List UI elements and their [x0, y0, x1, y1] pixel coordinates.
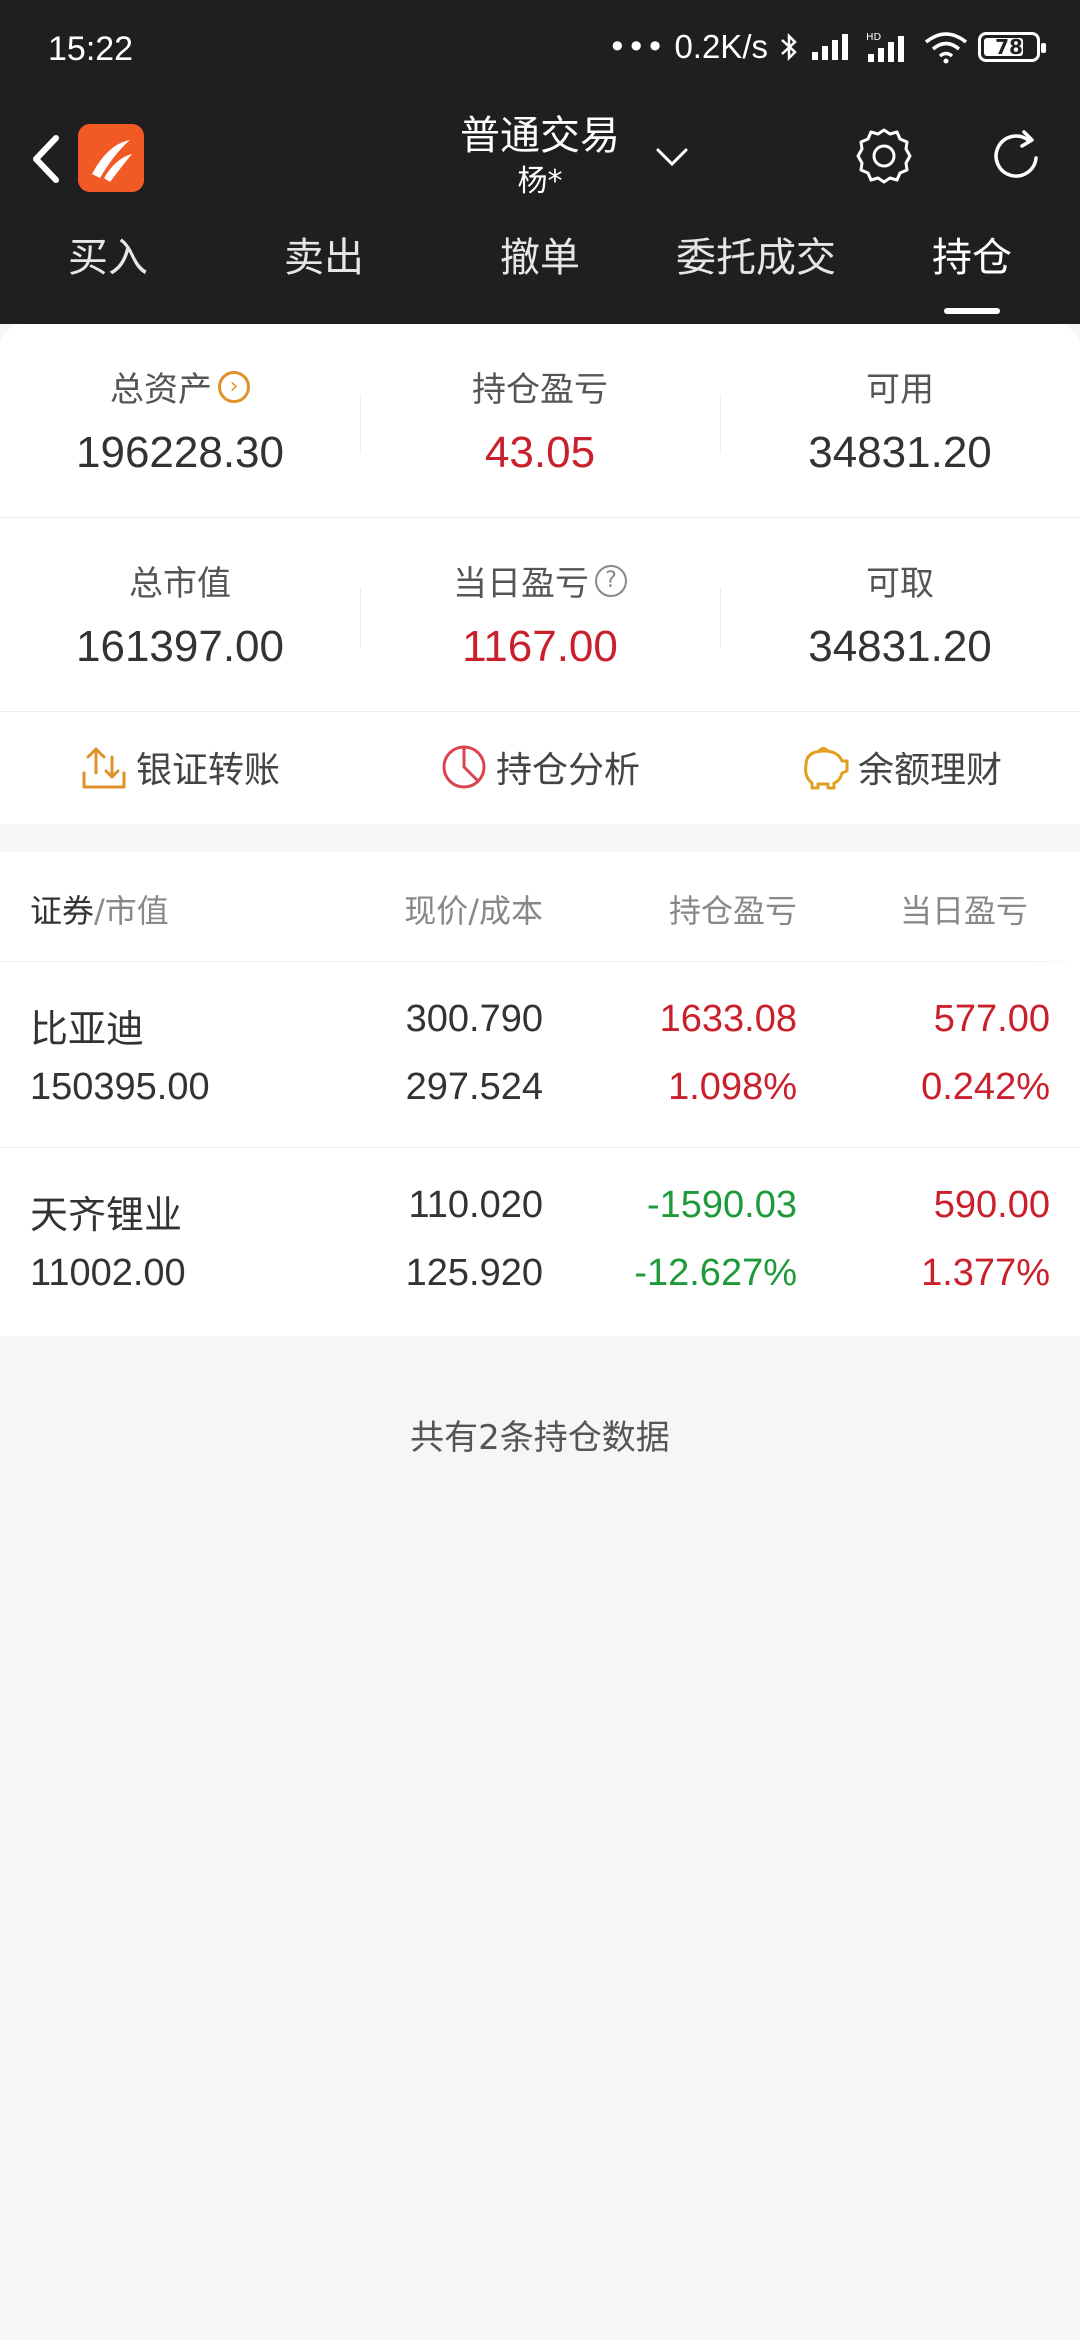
balance-finance-button[interactable]: 余额理财 — [720, 712, 1080, 822]
battery-level: 78 — [995, 35, 1023, 59]
stock-name: 天齐锂业 — [30, 1193, 183, 1237]
stock-price: 300.790 — [405, 998, 543, 1040]
header-fade — [1020, 852, 1080, 962]
svg-text:HD: HD — [866, 32, 882, 43]
logo-icon — [92, 140, 132, 182]
position-pl-label: 持仓盈亏 — [472, 370, 608, 410]
stock-market-value: 150395.00 — [30, 1066, 210, 1108]
tab-buy[interactable]: 买入 — [0, 208, 216, 324]
stock-price: 110.020 — [408, 1184, 543, 1226]
refresh-icon[interactable] — [984, 124, 1048, 188]
market-value-value: 161397.00 — [76, 622, 284, 671]
tab-positions[interactable]: 持仓 — [864, 208, 1080, 324]
holdings-table: 证券/市值 现价/成本 持仓盈亏 当日盈亏 比亚迪 150395.00 300.… — [0, 852, 1080, 1336]
tab-sell[interactable]: 卖出 — [216, 208, 432, 324]
back-arrow-icon[interactable] — [22, 124, 82, 194]
account-name: 杨* — [517, 164, 563, 199]
daily-pl-value: 1167.00 — [462, 622, 618, 671]
summary-row-1: 总资产 › 196228.30 持仓盈亏 43.05 可用 34831.20 — [0, 324, 1080, 518]
position-pl: 持仓盈亏 43.05 — [360, 324, 720, 517]
status-time: 15:22 — [48, 30, 134, 68]
title-selector[interactable]: 普通交易 杨* — [400, 110, 680, 202]
dots-icon: ••• — [607, 28, 665, 66]
stock-daily-pl: 577.00 — [933, 998, 1050, 1040]
stock-position-pl-pct: -12.627% — [634, 1252, 797, 1294]
app-header: 普通交易 杨* — [0, 104, 1080, 224]
account-summary: 总资产 › 196228.30 持仓盈亏 43.05 可用 34831.20 总… — [0, 324, 1080, 824]
withdrawable-label: 可取 — [866, 564, 934, 604]
balance-finance-label: 余额理财 — [857, 750, 1002, 791]
wifi-icon — [924, 32, 968, 64]
bank-transfer-button[interactable]: 银证转账 — [0, 712, 360, 822]
trade-tabs: 买入 卖出 撤单 委托成交 持仓 — [0, 224, 1080, 324]
withdrawable: 可取 34831.20 — [720, 518, 1080, 711]
page-title: 普通交易 — [460, 113, 620, 159]
gear-icon[interactable] — [852, 124, 916, 188]
stock-position-pl: -1590.03 — [646, 1184, 797, 1226]
stock-cost: 125.920 — [405, 1252, 543, 1294]
stock-name: 比亚迪 — [30, 1007, 145, 1051]
total-assets-value: 196228.30 — [76, 428, 284, 477]
status-icons: ••• 0.2K/s HD 78 — [607, 28, 1046, 66]
daily-pl-label: 当日盈亏 — [453, 564, 589, 604]
stock-daily-pl-pct: 0.242% — [921, 1066, 1050, 1108]
chevron-down-icon[interactable] — [652, 142, 692, 172]
battery-icon: 78 — [978, 32, 1046, 62]
summary-row-2: 总市值 161397.00 当日盈亏 ? 1167.00 可取 34831.20 — [0, 518, 1080, 712]
signal-icon — [812, 34, 848, 60]
header-security[interactable]: 证券/市值 — [30, 886, 169, 932]
holdings-count-note: 共有2条持仓数据 — [410, 1418, 670, 1458]
stock-daily-pl: 590.00 — [933, 1184, 1050, 1226]
signal-hd-icon: HD — [866, 32, 904, 62]
bank-transfer-label: 银证转账 — [135, 750, 280, 791]
status-bar: 15:22 ••• 0.2K/s HD 78 — [0, 0, 1080, 104]
table-header: 证券/市值 现价/成本 持仓盈亏 当日盈亏 — [0, 852, 1080, 962]
pie-chart-icon — [442, 745, 486, 789]
table-row[interactable]: 天齐锂业 11002.00 110.020 125.920 -1590.03 -… — [0, 1148, 1080, 1334]
header-position-pl[interactable]: 持仓盈亏 — [669, 886, 797, 932]
total-assets-label: 总资产 — [110, 370, 212, 410]
tab-orders[interactable]: 委托成交 — [648, 208, 864, 324]
stock-position-pl: 1633.08 — [659, 998, 797, 1040]
quick-actions: 银证转账 持仓分析 余额理财 — [0, 712, 1080, 822]
position-analysis-button[interactable]: 持仓分析 — [360, 712, 720, 822]
withdrawable-value: 34831.20 — [808, 622, 992, 671]
piggy-bank-icon — [804, 746, 849, 790]
stock-market-value: 11002.00 — [30, 1252, 186, 1294]
arrow-right-circle-icon[interactable]: › — [218, 370, 250, 403]
position-analysis-label: 持仓分析 — [495, 750, 640, 791]
help-icon[interactable]: ? — [595, 564, 627, 597]
app-logo — [78, 124, 144, 192]
position-pl-value: 43.05 — [484, 428, 596, 477]
daily-pl: 当日盈亏 ? 1167.00 — [360, 518, 720, 711]
available-label: 可用 — [866, 370, 934, 410]
stock-cost: 297.524 — [405, 1066, 543, 1108]
transfer-icon — [82, 747, 126, 789]
market-value: 总市值 161397.00 — [0, 518, 360, 711]
network-speed: 0.2K/s — [674, 28, 768, 65]
market-value-label: 总市值 — [129, 564, 231, 604]
tab-cancel[interactable]: 撤单 — [432, 208, 648, 324]
stock-position-pl-pct: 1.098% — [668, 1066, 797, 1108]
available-value: 34831.20 — [808, 428, 992, 477]
bluetooth-icon — [781, 32, 797, 62]
stock-daily-pl-pct: 1.377% — [921, 1252, 1050, 1294]
header-price-cost[interactable]: 现价/成本 — [404, 886, 543, 932]
table-row[interactable]: 比亚迪 150395.00 300.790 297.524 1633.08 1.… — [0, 962, 1080, 1148]
total-assets[interactable]: 总资产 › 196228.30 — [0, 324, 360, 517]
available: 可用 34831.20 — [720, 324, 1080, 517]
